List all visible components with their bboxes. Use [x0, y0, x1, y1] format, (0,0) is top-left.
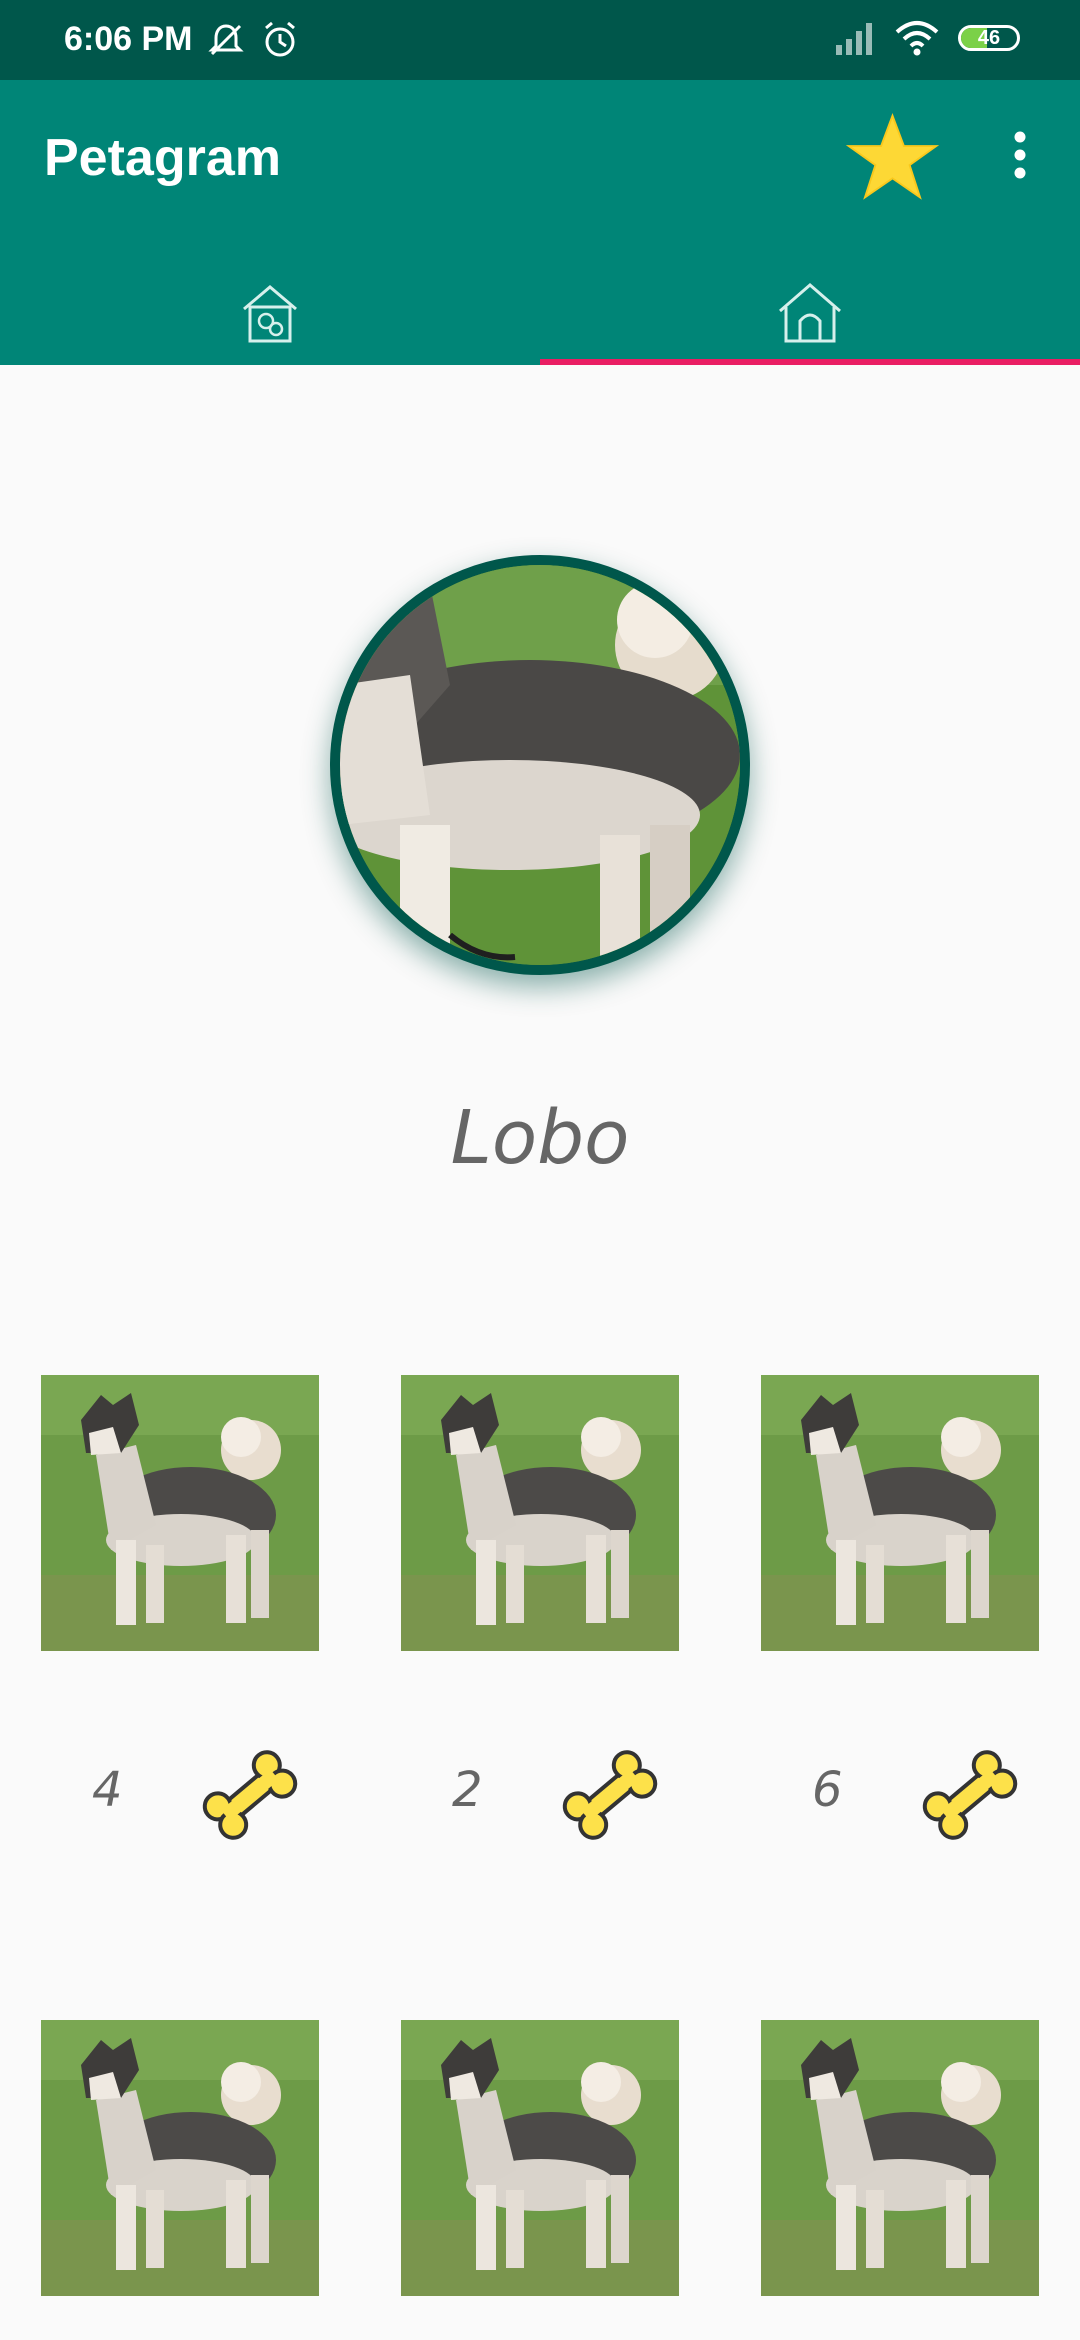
gallery-photo-3[interactable] [761, 1375, 1039, 1651]
gallery-photo-5[interactable] [401, 2020, 679, 2296]
dog-photo [41, 2020, 319, 2296]
app-bar: Petagram [0, 80, 1080, 365]
gallery-photo-2[interactable] [401, 1375, 679, 1651]
star-icon [845, 112, 940, 200]
gallery-photo-4[interactable] [41, 2020, 319, 2296]
tab-bar [0, 260, 1080, 365]
gallery-photo-1[interactable] [41, 1375, 319, 1651]
dog-photo [761, 1375, 1039, 1651]
more-vertical-icon [1014, 131, 1026, 179]
like-count-1: 4 [92, 1762, 123, 1818]
pet-house-icon [243, 284, 297, 342]
dog-photo [401, 2020, 679, 2296]
dog-photo [340, 565, 740, 965]
bone-icon[interactable] [560, 1745, 660, 1845]
home-icon [779, 282, 841, 342]
overflow-menu-button[interactable] [1000, 125, 1040, 185]
battery-icon: 46 [958, 25, 1020, 51]
tab-pets[interactable] [0, 260, 540, 365]
signal-icon [836, 23, 872, 55]
tab-indicator [540, 359, 1080, 365]
status-right-icons: 46 [834, 20, 1020, 56]
wifi-icon [895, 21, 939, 56]
dog-photo [41, 1375, 319, 1651]
gallery-photo-6[interactable] [761, 2020, 1039, 2296]
like-count-3: 6 [812, 1762, 843, 1818]
bone-icon[interactable] [200, 1745, 300, 1845]
pet-name: Lobo [450, 1095, 630, 1181]
status-time: 6:06 PM [64, 20, 193, 58]
tab-home[interactable] [540, 260, 1080, 365]
favorites-button[interactable] [845, 110, 940, 205]
status-left-icons [206, 20, 300, 60]
bone-icon[interactable] [920, 1745, 1020, 1845]
like-count-2: 2 [452, 1762, 483, 1818]
profile-photo [330, 555, 750, 975]
app-title: Petagram [44, 129, 281, 187]
dog-photo [401, 1375, 679, 1651]
battery-level: 46 [977, 27, 1001, 49]
notifications-off-icon [208, 24, 244, 56]
dog-photo [761, 2020, 1039, 2296]
alarm-icon [265, 21, 295, 57]
status-bar: 6:06 PM 46 [0, 0, 1080, 80]
